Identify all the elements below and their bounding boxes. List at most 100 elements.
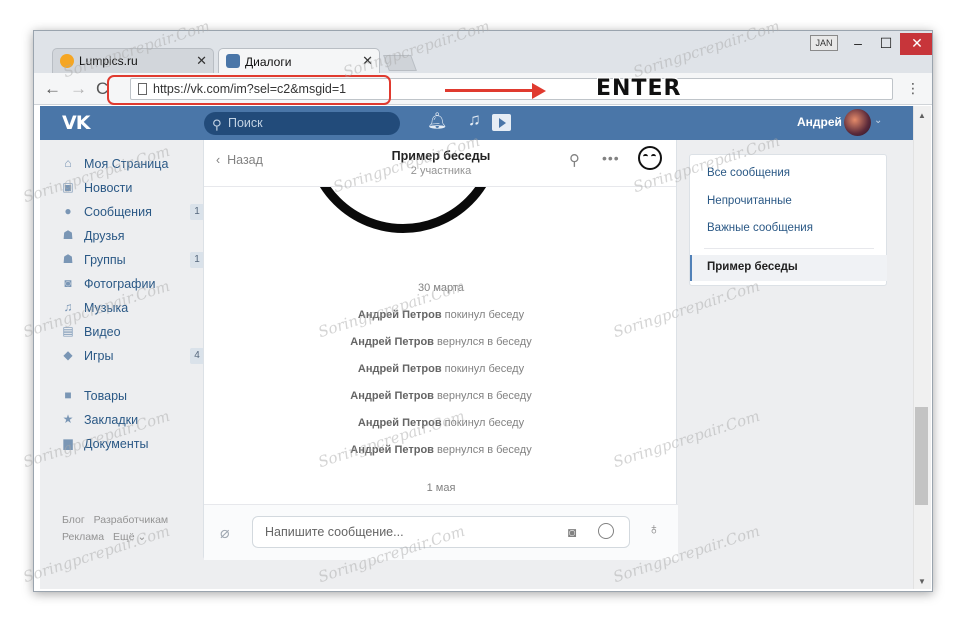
vk-content: ⌂ Моя Страница ▣ Новости ● Сообщения 1 ☗…: [40, 140, 913, 589]
footer-link[interactable]: Разработчикам: [94, 514, 169, 526]
scroll-thumb[interactable]: [915, 407, 928, 505]
home-icon: ⌂: [64, 156, 72, 170]
groups-icon: ☗: [62, 252, 74, 266]
nav-item-my-page[interactable]: ⌂ Моя Страница: [60, 154, 200, 178]
system-message: Андрей Петров покинул беседу: [204, 309, 678, 321]
search-icon: ⚲: [212, 117, 222, 132]
browser-window: Lumpics.ru ✕ Диалоги ✕ JAN – ☐ ✕ ← → C h…: [33, 30, 933, 592]
news-icon: ▣: [62, 180, 74, 194]
nav-item-video[interactable]: ▤ Видео: [60, 322, 200, 346]
nav-item-documents[interactable]: ▆ Документы: [60, 434, 200, 458]
count-badge: 1: [190, 204, 204, 220]
lumpics-icon: [60, 54, 74, 68]
filter-important[interactable]: Важные сообщения: [707, 222, 813, 234]
message-composer: ⌀ Напишите сообщение... ◙ ♁: [204, 504, 678, 560]
system-message: Андрей Петров вернулся в беседу: [204, 336, 678, 348]
microphone-icon[interactable]: ♁: [648, 521, 660, 539]
avatar[interactable]: [844, 109, 871, 136]
nav-item-music[interactable]: ♫ Музыка: [60, 298, 200, 322]
more-icon[interactable]: •••: [602, 150, 620, 166]
sender-name[interactable]: Андрей Петров: [358, 417, 442, 429]
maximize-button[interactable]: ☐: [872, 33, 900, 55]
nav-item-label: Закладки: [84, 413, 139, 427]
tab-dialogs[interactable]: Диалоги ✕: [218, 48, 380, 74]
nav-item-groups[interactable]: ☗ Группы 1: [60, 250, 204, 274]
chat-avatar[interactable]: [638, 146, 662, 170]
system-action: вернулся в беседу: [437, 336, 532, 348]
current-chat-label: Пример беседы: [707, 261, 798, 273]
footer-link[interactable]: Ещё ⌄: [113, 531, 146, 543]
vk-header: VK ⚲ Поиск 🔔︎ ♫ Андрей ⌄: [40, 106, 913, 140]
nav-item-label: Сообщения: [84, 205, 152, 219]
system-message: Андрей Петров вернулся в беседу: [204, 390, 678, 402]
filter-unread[interactable]: Непрочитанные: [707, 195, 792, 207]
nav-item-label: Друзья: [84, 229, 125, 243]
nav-item-messages[interactable]: ● Сообщения 1: [60, 202, 204, 226]
user-name[interactable]: Андрей: [797, 115, 842, 129]
nav-item-label: Товары: [84, 389, 127, 403]
system-action: покинул беседу: [444, 363, 525, 375]
emoji-icon[interactable]: [598, 523, 614, 539]
search-icon[interactable]: ⚲: [569, 151, 580, 169]
tab-lumpics[interactable]: Lumpics.ru ✕: [52, 48, 214, 73]
forward-arrow-icon[interactable]: →: [70, 79, 87, 99]
count-badge: 1: [190, 252, 204, 268]
filter-all[interactable]: Все сообщения: [707, 167, 790, 179]
music-icon[interactable]: ♫: [468, 110, 481, 130]
title-bar: Lumpics.ru ✕ Диалоги ✕ JAN – ☐ ✕: [34, 31, 932, 74]
attach-icon[interactable]: ⌀: [220, 523, 230, 543]
dialog-filters: Все сообщения Непрочитанные Важные сообщ…: [689, 154, 887, 286]
nav-item-goods[interactable]: ■ Товары: [60, 386, 200, 410]
scroll-up-icon[interactable]: ▲: [918, 111, 926, 120]
chevron-down-icon[interactable]: ⌄: [874, 115, 882, 126]
vk-logo[interactable]: VK: [62, 112, 90, 134]
scroll-down-icon[interactable]: ▼: [918, 577, 926, 586]
vk-search-input[interactable]: ⚲ Поиск: [204, 112, 400, 135]
bell-icon[interactable]: 🔔︎: [427, 111, 447, 131]
system-action: покинул беседу: [444, 309, 525, 321]
date-divider: 30 марта: [418, 282, 464, 294]
sender-name[interactable]: Андрей Петров: [350, 336, 434, 348]
minimize-button[interactable]: –: [844, 33, 872, 55]
nav-item-news[interactable]: ▣ Новости: [60, 178, 200, 202]
footer-link[interactable]: Блог: [62, 514, 85, 526]
messages-icon: ●: [64, 204, 72, 218]
browser-menu-icon[interactable]: ⋮: [906, 80, 920, 97]
close-tab-icon[interactable]: ✕: [362, 53, 373, 69]
games-icon: ◆: [63, 348, 73, 362]
footer-links: Блог Разработчикам Реклама Ещё ⌄: [62, 512, 174, 546]
nav-item-label: Группы: [84, 253, 126, 267]
friends-icon: ☗: [62, 228, 74, 242]
new-tab-button[interactable]: [383, 55, 417, 71]
enter-annotation: ENTER: [596, 76, 682, 101]
system-action: вернулся в беседу: [437, 390, 532, 402]
filter-current-chat[interactable]: Пример беседы: [690, 255, 887, 281]
nav-item-bookmarks[interactable]: ★ Закладки: [60, 410, 200, 434]
nav-item-label: Фотографии: [84, 277, 156, 291]
sender-name[interactable]: Андрей Петров: [350, 390, 434, 402]
camera-icon[interactable]: ◙: [568, 524, 576, 540]
nav-item-friends[interactable]: ☗ Друзья: [60, 226, 200, 250]
chat-panel: ‹ Назад Пример беседы 2 участника ⚲ ••• …: [203, 140, 678, 560]
close-window-button[interactable]: ✕: [900, 33, 932, 55]
system-action: вернулся в беседу: [437, 444, 532, 456]
sender-name[interactable]: Андрей Петров: [358, 309, 442, 321]
play-icon[interactable]: [492, 114, 511, 131]
left-nav: ⌂ Моя Страница ▣ Новости ● Сообщения 1 ☗…: [60, 154, 204, 458]
message-placeholder: Напишите сообщение...: [265, 525, 404, 539]
chat-image: [294, 187, 514, 237]
sender-name[interactable]: Андрей Петров: [350, 444, 434, 456]
back-arrow-icon[interactable]: ←: [44, 79, 61, 99]
close-tab-icon[interactable]: ✕: [196, 53, 207, 69]
sender-name[interactable]: Андрей Петров: [358, 363, 442, 375]
music-icon: ♫: [63, 300, 73, 314]
footer-link[interactable]: Реклама: [62, 531, 104, 543]
nav-item-photos[interactable]: ◙ Фотографии: [60, 274, 200, 298]
page-scrollbar[interactable]: [913, 106, 931, 589]
chat-subtitle[interactable]: 2 участника: [204, 165, 678, 177]
bag-icon: ■: [64, 388, 72, 402]
document-icon: ▆: [63, 436, 73, 450]
nav-item-label: Игры: [84, 349, 114, 363]
user-profile-badge[interactable]: JAN: [810, 35, 838, 51]
nav-item-games[interactable]: ◆ Игры 4: [60, 346, 204, 370]
